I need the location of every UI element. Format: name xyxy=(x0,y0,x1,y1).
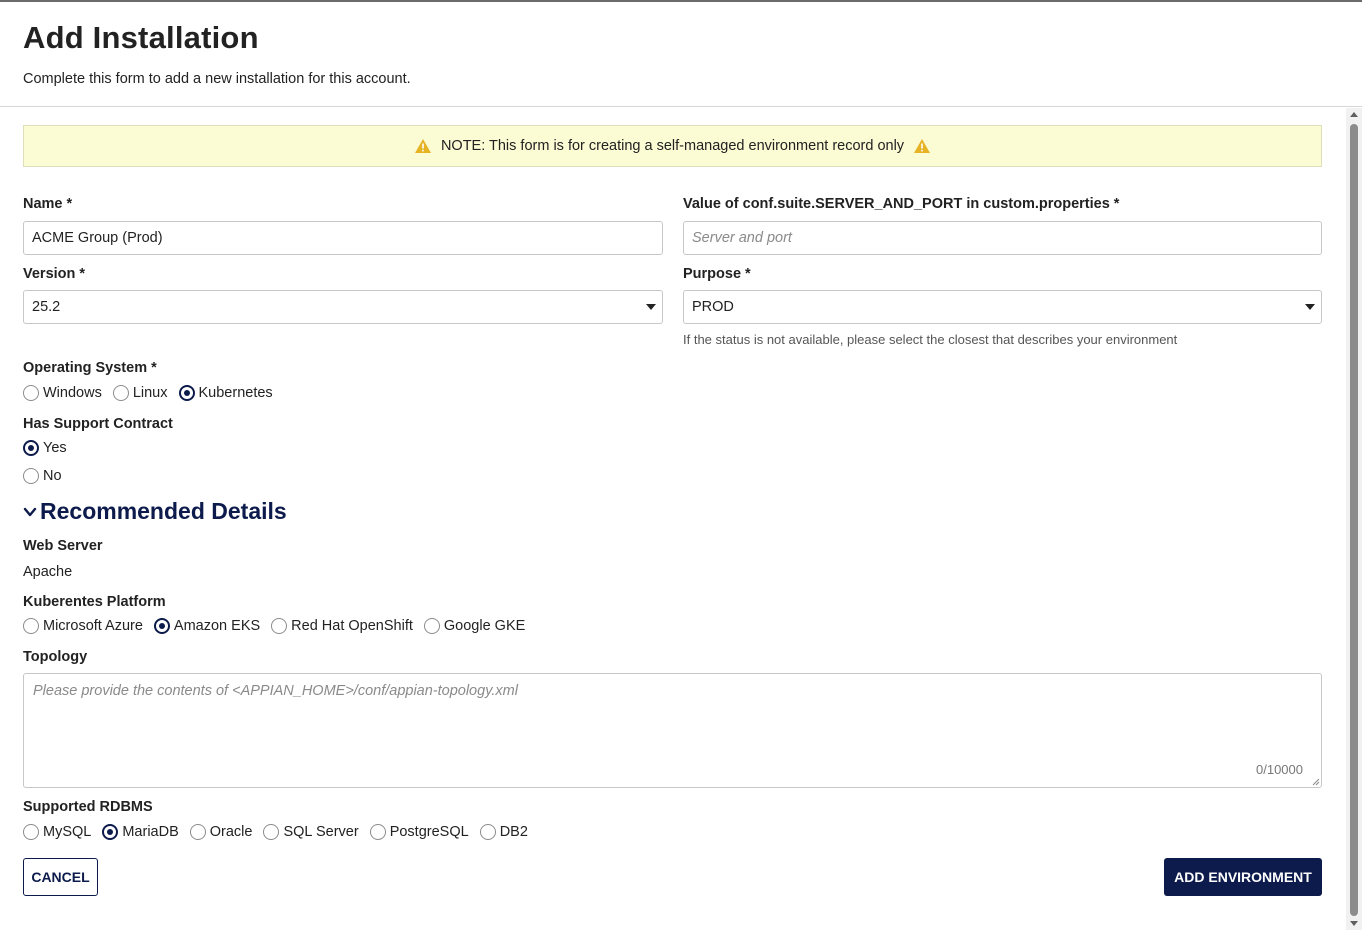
vertical-scrollbar[interactable] xyxy=(1346,108,1362,930)
radio-circle-selected[interactable] xyxy=(23,440,39,456)
cancel-button[interactable]: CANCEL xyxy=(23,858,98,896)
purpose-value: PROD xyxy=(692,299,734,315)
radio-circle-selected[interactable] xyxy=(178,385,195,401)
k8s-option-azure[interactable]: Microsoft Azure xyxy=(23,618,143,634)
topology-placeholder: Please provide the contents of <APPIAN_H… xyxy=(33,683,518,699)
rdbms-radio-group: MySQL MariaDB Oracle SQL Server PostgreS… xyxy=(23,824,539,840)
os-radio-group: Windows Linux Kubernetes xyxy=(23,385,284,401)
k8s-option-openshift[interactable]: Red Hat OpenShift xyxy=(271,618,413,634)
k8s-option-gke[interactable]: Google GKE xyxy=(423,618,526,634)
version-select[interactable]: 25.2 xyxy=(23,290,663,324)
version-label-text: Version xyxy=(23,266,76,282)
purpose-label-text: Purpose xyxy=(683,266,742,282)
radio-label: Google GKE xyxy=(443,618,526,634)
topology-label: Topology xyxy=(23,649,88,665)
resize-grip-icon[interactable] xyxy=(1311,777,1320,786)
scroll-down-arrow-icon[interactable] xyxy=(1350,921,1358,926)
rdbms-option-oracle[interactable]: Oracle xyxy=(189,824,253,840)
purpose-help-text: If the status is not available, please s… xyxy=(683,332,1178,347)
rdbms-option-mysql[interactable]: MySQL xyxy=(23,824,91,840)
radio-label: Oracle xyxy=(209,824,253,840)
name-label-text: Name xyxy=(23,196,63,212)
add-environment-button[interactable]: ADD ENVIRONMENT xyxy=(1164,858,1322,896)
radio-label: Red Hat OpenShift xyxy=(291,618,413,634)
rdbms-option-mariadb[interactable]: MariaDB xyxy=(102,824,179,840)
radio-circle[interactable] xyxy=(23,618,39,634)
scroll-up-arrow-icon[interactable] xyxy=(1350,112,1358,117)
os-option-kubernetes[interactable]: Kubernetes xyxy=(178,385,273,401)
character-count: 0/10000 xyxy=(1256,762,1303,777)
radio-circle[interactable] xyxy=(271,618,288,634)
recommended-section-toggle[interactable]: Recommended Details xyxy=(23,498,287,525)
os-option-windows[interactable]: Windows xyxy=(23,385,102,401)
radio-label: Microsoft Azure xyxy=(43,618,143,634)
radio-label: DB2 xyxy=(499,824,528,840)
radio-label: PostgreSQL xyxy=(389,824,469,840)
radio-label: Amazon EKS xyxy=(173,618,261,634)
topology-textarea[interactable]: Please provide the contents of <APPIAN_H… xyxy=(23,673,1322,788)
radio-circle[interactable] xyxy=(23,468,39,484)
required-marker: * xyxy=(151,360,157,376)
warning-icon xyxy=(414,139,431,153)
server-port-label-text: Value of conf.suite.SERVER_AND_PORT in c… xyxy=(683,196,1110,212)
required-marker: * xyxy=(79,266,86,282)
k8s-option-eks[interactable]: Amazon EKS xyxy=(153,618,261,634)
version-value: 25.2 xyxy=(32,299,61,315)
radio-circle[interactable] xyxy=(23,824,39,840)
warning-icon xyxy=(914,139,931,153)
radio-circle[interactable] xyxy=(23,385,39,401)
radio-label: Linux xyxy=(132,385,168,401)
server-port-input[interactable] xyxy=(683,221,1322,255)
os-label-text: Operating System xyxy=(23,360,148,376)
radio-circle[interactable] xyxy=(479,824,496,840)
purpose-select[interactable]: PROD xyxy=(683,290,1322,324)
section-title: Recommended Details xyxy=(40,498,287,524)
rdbms-option-db2[interactable]: DB2 xyxy=(479,824,528,840)
caret-down-icon xyxy=(1305,304,1315,310)
support-label: Has Support Contract xyxy=(23,416,173,432)
version-label: Version * xyxy=(23,266,85,282)
note-banner: NOTE: This form is for creating a self-m… xyxy=(23,125,1322,167)
page-title: Add Installation xyxy=(23,20,259,55)
radio-circle-selected[interactable] xyxy=(153,618,170,634)
radio-circle-selected[interactable] xyxy=(102,824,119,840)
rdbms-option-sqlserver[interactable]: SQL Server xyxy=(263,824,359,840)
radio-label: Windows xyxy=(43,385,102,401)
form-body: NOTE: This form is for creating a self-m… xyxy=(0,108,1346,930)
support-option-no[interactable]: No xyxy=(23,468,62,484)
radio-label: MariaDB xyxy=(122,824,179,840)
k8s-platform-label: Kuberentes Platform xyxy=(23,594,166,610)
required-marker: * xyxy=(66,196,73,212)
page-subtitle: Complete this form to add a new installa… xyxy=(23,71,411,87)
note-text: NOTE: This form is for creating a self-m… xyxy=(440,138,905,154)
radio-label: No xyxy=(43,468,62,484)
required-marker: * xyxy=(745,266,751,282)
name-label: Name * xyxy=(23,196,72,212)
radio-label: SQL Server xyxy=(283,824,359,840)
web-server-value: Apache xyxy=(23,564,73,580)
radio-label: Yes xyxy=(43,440,67,456)
rdbms-option-postgresql[interactable]: PostgreSQL xyxy=(369,824,469,840)
server-port-label: Value of conf.suite.SERVER_AND_PORT in c… xyxy=(683,196,1119,212)
k8s-platform-radio-group: Microsoft Azure Amazon EKS Red Hat OpenS… xyxy=(23,618,536,634)
support-option-yes[interactable]: Yes xyxy=(23,440,67,456)
os-label: Operating System * xyxy=(23,360,157,376)
radio-circle[interactable] xyxy=(189,824,206,840)
radio-circle[interactable] xyxy=(423,618,440,634)
web-server-label: Web Server xyxy=(23,538,103,554)
purpose-label: Purpose * xyxy=(683,266,751,282)
rdbms-label: Supported RDBMS xyxy=(23,799,153,815)
radio-circle[interactable] xyxy=(263,824,280,840)
caret-down-icon xyxy=(646,304,656,310)
dialog-header: Add Installation Complete this form to a… xyxy=(0,2,1362,107)
radio-circle[interactable] xyxy=(369,824,386,840)
os-option-linux[interactable]: Linux xyxy=(112,385,168,401)
radio-label: Kubernetes xyxy=(198,385,273,401)
radio-label: MySQL xyxy=(43,824,92,840)
chevron-down-icon xyxy=(23,507,37,516)
required-marker: * xyxy=(1113,196,1120,212)
name-input[interactable] xyxy=(23,221,663,255)
scrollbar-thumb[interactable] xyxy=(1350,124,1358,916)
radio-circle[interactable] xyxy=(112,385,129,401)
